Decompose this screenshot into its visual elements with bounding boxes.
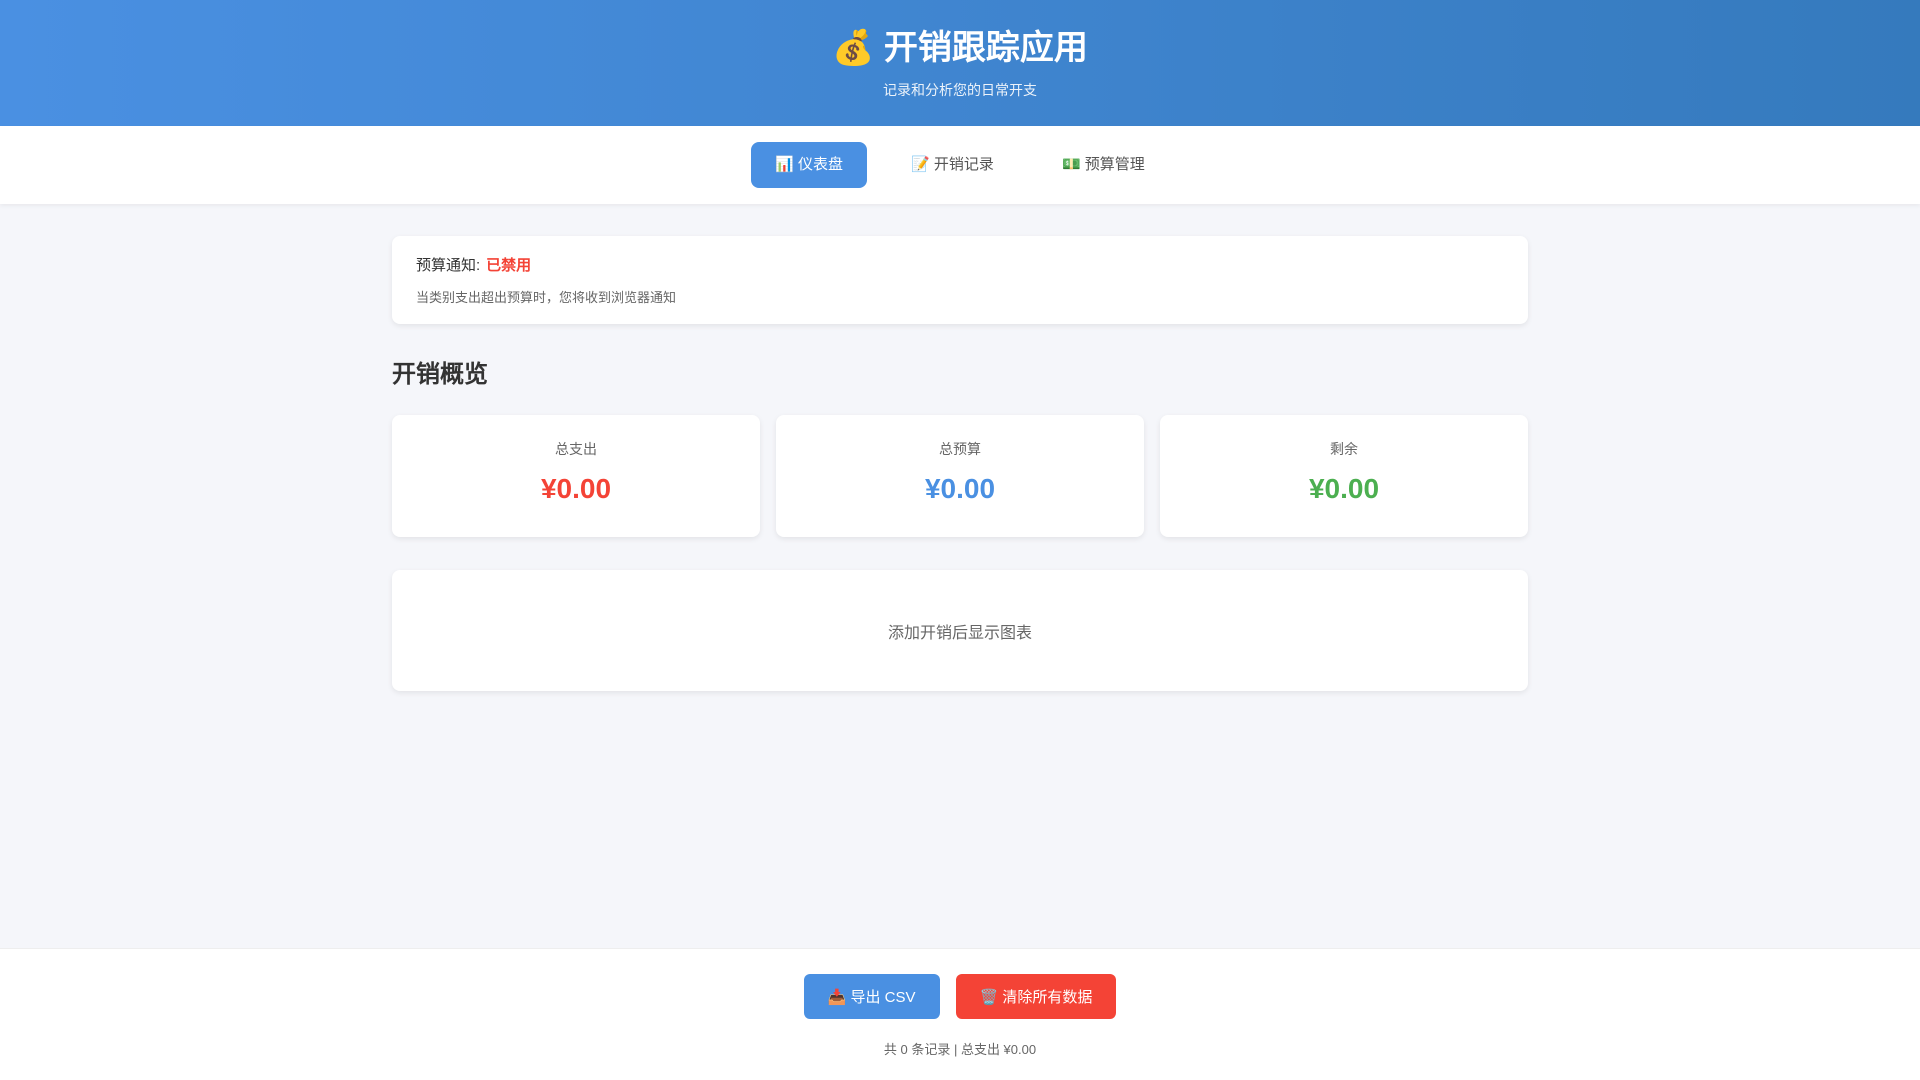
- tab-dashboard[interactable]: 📊 仪表盘: [751, 142, 868, 188]
- notification-status[interactable]: 已禁用: [486, 257, 531, 274]
- notification-description: 当类别支出超出预算时，您将收到浏览器通知: [416, 290, 677, 305]
- budget-notification-card: 预算通知: 已禁用 当类别支出超出预算时，您将收到浏览器通知: [392, 236, 1528, 324]
- notification-label: 预算通知:: [416, 257, 481, 274]
- footer-summary: 共 0 条记录 | 总支出 ¥0.00: [883, 1042, 1037, 1057]
- export-csv-button[interactable]: 📥 导出 CSV: [803, 974, 940, 1019]
- dollar-bill-icon: 💵: [1061, 156, 1081, 173]
- bar-chart-icon: 📊: [775, 156, 794, 173]
- dashboard: 预算通知: 已禁用 当类别支出超出预算时，您将收到浏览器通知 开销概览 总支出 ¥0…: [392, 236, 1528, 691]
- stat-total-expense: 总支出 ¥0.00: [392, 415, 760, 537]
- tab-budget-management[interactable]: 💵 预算管理: [1038, 142, 1169, 188]
- money-bag-icon: 💰: [832, 29, 875, 67]
- stat-remaining: 剩余 ¥0.00: [1160, 415, 1528, 537]
- inbox-tray-icon: 📥: [827, 989, 847, 1006]
- chart-placeholder: 添加开销后显示图表: [392, 570, 1528, 691]
- footer: 📥 导出 CSV 🗑️ 清除所有数据 共 0 条记录 | 总支出 ¥0.00: [0, 948, 1920, 1080]
- tab-expense-records[interactable]: 📝 开销记录: [887, 142, 1018, 188]
- app-title: 💰 开销跟踪应用: [832, 29, 1088, 67]
- app-subtitle: 记录和分析您的日常开支: [883, 82, 1037, 98]
- overview-title: 开销概览: [392, 361, 488, 388]
- main-nav: 📊 仪表盘 📝 开销记录 💵 预算管理: [0, 126, 1920, 204]
- trash-icon: 🗑️: [979, 989, 999, 1006]
- clear-all-data-button[interactable]: 🗑️ 清除所有数据: [955, 974, 1117, 1019]
- memo-icon: 📝: [911, 156, 930, 173]
- app-header: 💰 开销跟踪应用 记录和分析您的日常开支: [0, 0, 1920, 126]
- stat-total-budget: 总预算 ¥0.00: [776, 415, 1144, 537]
